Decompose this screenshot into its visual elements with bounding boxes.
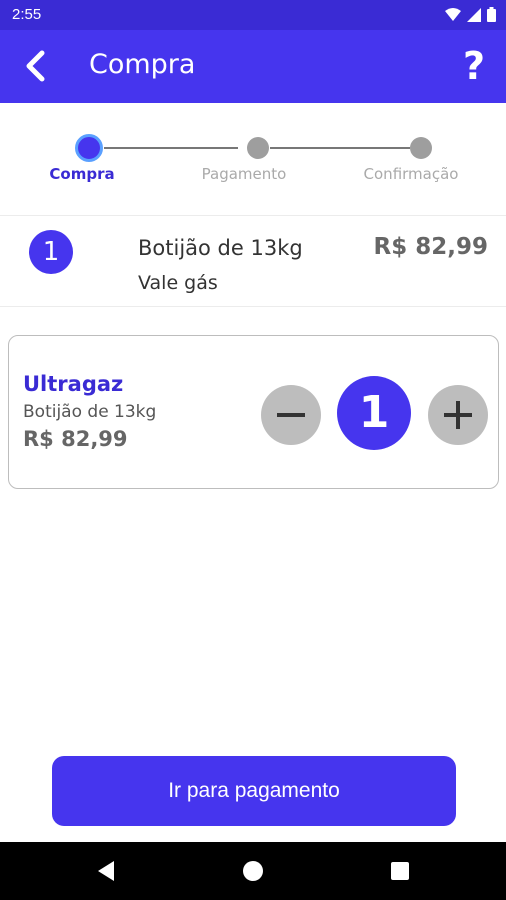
system-nav-bar [0,842,506,900]
chevron-left-icon [26,50,45,82]
help-button[interactable]: ? [456,44,492,88]
nav-home-icon[interactable] [241,859,265,883]
battery-icon [487,7,496,22]
back-button[interactable] [18,48,54,84]
product-card: Ultragaz Botijão de 13kg R$ 82,99 1 [8,335,499,489]
status-time: 2:55 [12,6,42,23]
step-label-compra: Compra [49,165,115,183]
nav-back-icon[interactable] [94,859,118,883]
nav-recents-icon[interactable] [388,859,412,883]
step-dot-pagamento [247,137,269,159]
minus-icon [277,413,305,417]
step-connector [270,147,410,149]
status-bar: 2:55 [0,0,506,30]
increase-quantity-button[interactable] [428,385,488,445]
summary-product-name: Botijão de 13kg [138,236,303,260]
product-price: R$ 82,99 [23,427,128,451]
signal-icon [467,7,481,22]
step-dot-compra [75,134,103,162]
progress-stepper: Compra Pagamento Confirmação [0,103,506,215]
decrease-quantity-button[interactable] [261,385,321,445]
go-to-payment-button[interactable]: Ir para pagamento [52,756,456,826]
summary-product-subtitle: Vale gás [138,272,218,294]
step-dot-confirmacao [410,137,432,159]
page-title: Compra [89,49,196,80]
wifi-icon [445,7,461,21]
plus-icon [444,401,472,429]
order-summary: 1 Botijão de 13kg Vale gás R$ 82,99 [0,216,506,306]
step-label-confirmacao: Confirmação [363,165,459,183]
app-bar: Compra ? [0,30,506,103]
quantity-badge: 1 [29,230,73,274]
status-icons [445,7,496,22]
step-label-pagamento: Pagamento [201,165,287,183]
product-brand: Ultragaz [23,372,124,396]
summary-price: R$ 82,99 [373,234,488,260]
quantity-display: 1 [337,376,411,450]
divider [0,306,506,307]
step-connector [104,147,238,149]
product-name: Botijão de 13kg [23,402,157,422]
